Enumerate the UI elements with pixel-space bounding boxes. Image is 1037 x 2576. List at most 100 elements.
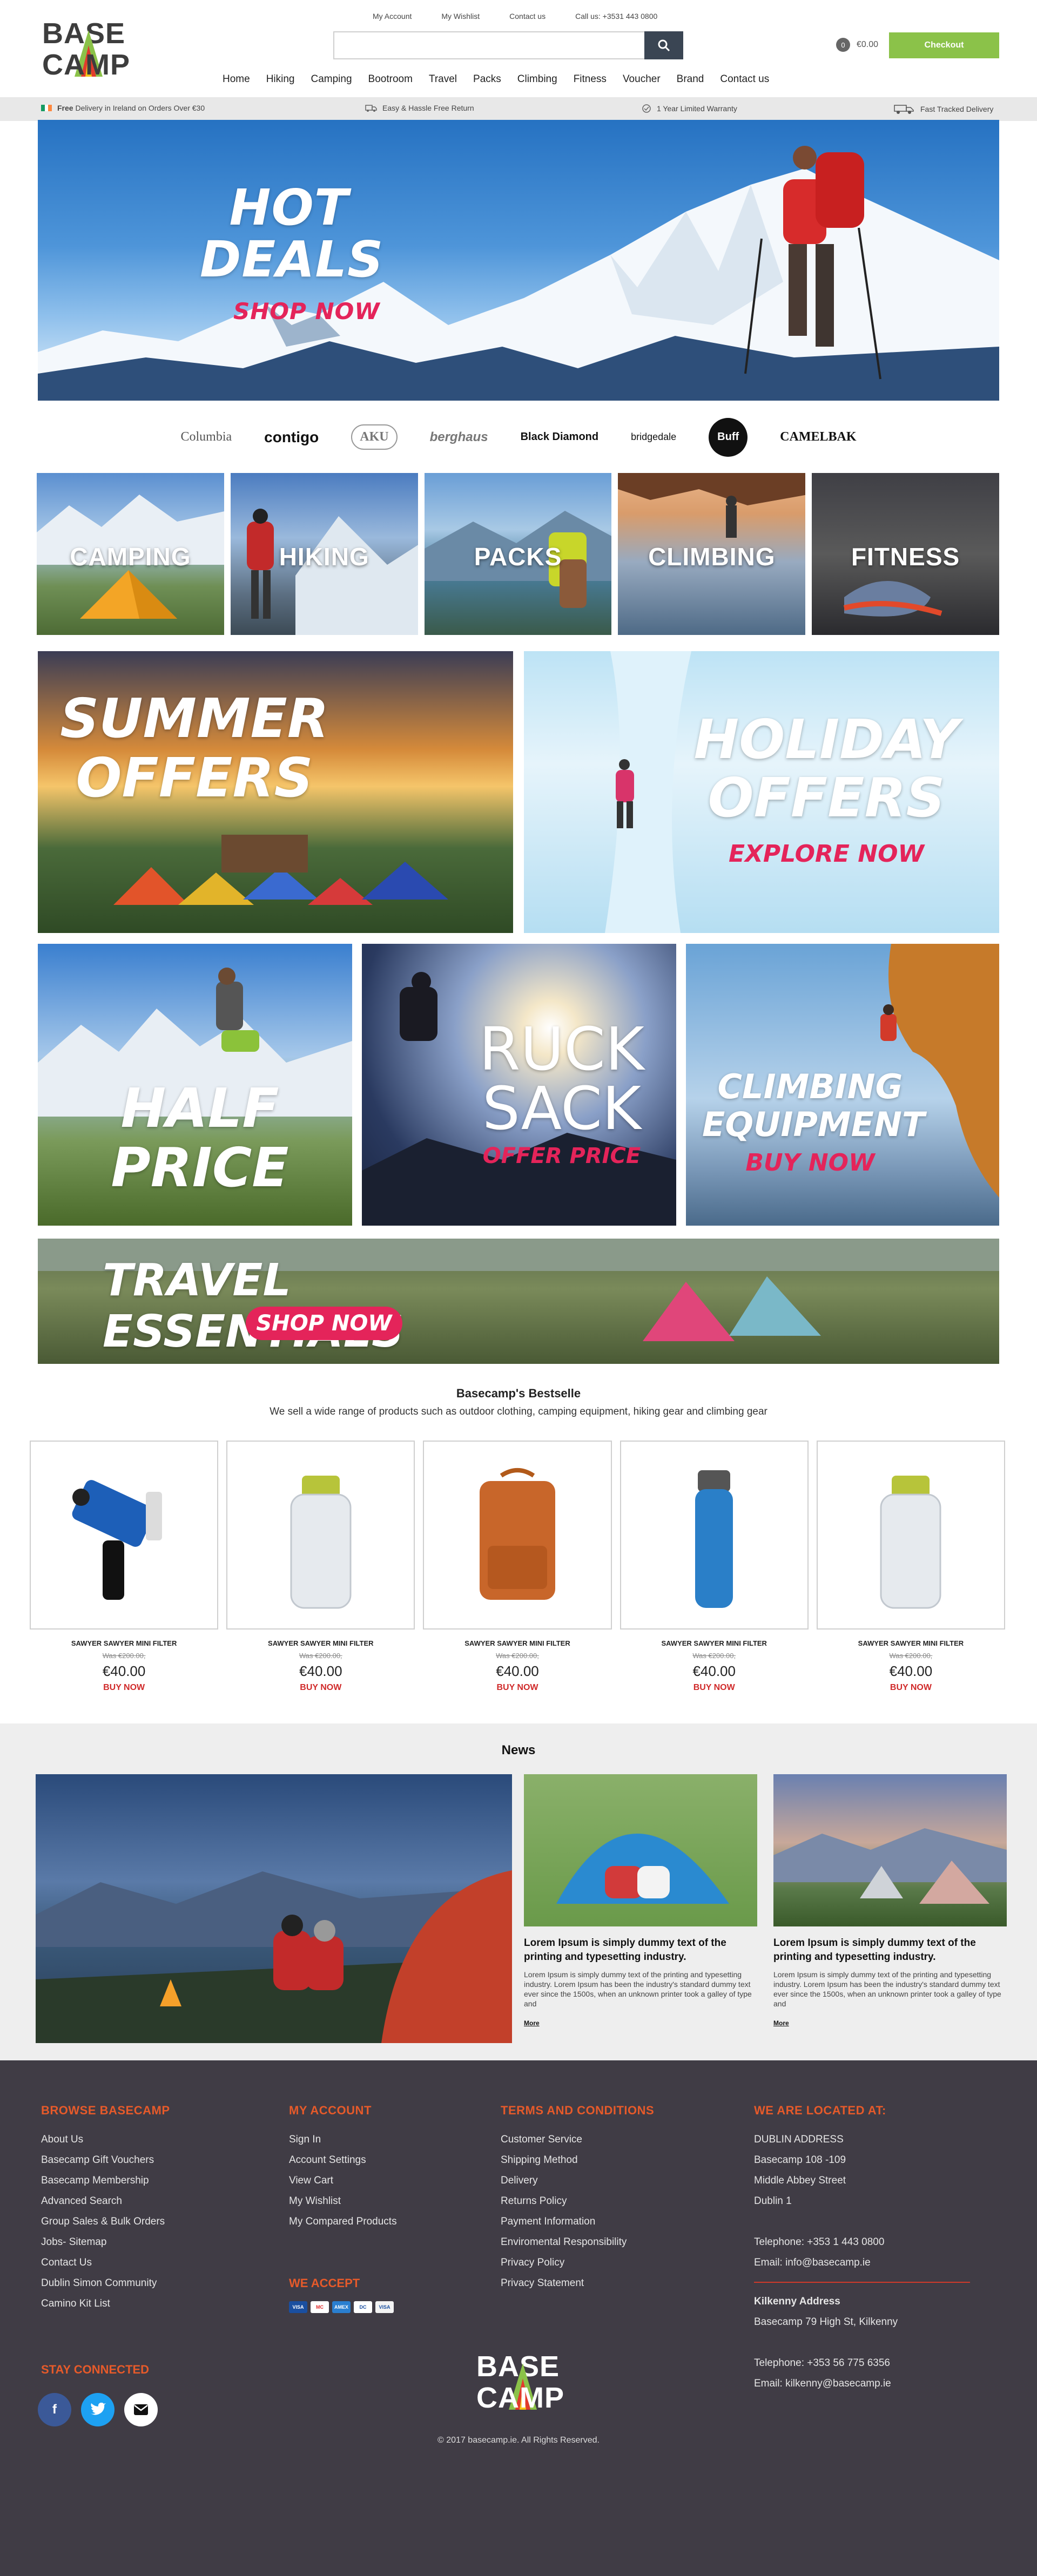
footer-link[interactable]: Basecamp Gift Vouchers — [41, 2150, 170, 2171]
nav-climbing[interactable]: Climbing — [517, 73, 557, 85]
search-input[interactable] — [333, 31, 644, 59]
footer-link[interactable]: Contact Us — [41, 2253, 170, 2273]
hero-banner[interactable]: HOT DEALS SHOP NOW — [38, 120, 999, 401]
news-card-image — [773, 1774, 1007, 1926]
brand-buff[interactable]: Buff — [709, 417, 748, 457]
stay-connected-heading: STAY CONNECTED — [41, 2363, 150, 2376]
half-price-title: HALF PRICE — [111, 1077, 289, 1199]
buy-now-link[interactable]: BUY NOW — [620, 1683, 809, 1693]
my-account-link[interactable]: My Account — [373, 12, 412, 21]
mini-cart[interactable]: 0 €0.00 — [836, 38, 878, 52]
nav-travel[interactable]: Travel — [429, 73, 457, 85]
footer-link[interactable]: Delivery — [501, 2171, 654, 2191]
nav-voucher[interactable]: Voucher — [623, 73, 661, 85]
travel-essentials-banner[interactable]: TRAVEL ESSENTIALS SHOP NOW — [38, 1239, 999, 1364]
footer-link[interactable]: Returns Policy — [501, 2191, 654, 2212]
footer-link[interactable]: Privacy Policy — [501, 2253, 654, 2273]
my-wishlist-link[interactable]: My Wishlist — [441, 12, 480, 21]
category-fitness[interactable]: FITNESS — [812, 473, 999, 635]
nav-hiking[interactable]: Hiking — [266, 73, 295, 85]
holiday-offers-banner[interactable]: HOLIDAY OFFERS EXPLORE NOW — [524, 651, 999, 933]
footer-link[interactable]: Enviromental Responsibility — [501, 2232, 654, 2253]
brand-contigo[interactable]: contigo — [264, 429, 319, 446]
news-featured-image[interactable] — [36, 1774, 512, 2043]
backpack-image — [423, 1441, 612, 1630]
footer-link[interactable]: Basecamp Membership — [41, 2171, 170, 2191]
half-price-banner[interactable]: HALF PRICE — [38, 944, 352, 1226]
product-card[interactable]: SAWYER SAWYER MINI FILTER Was €200.00, €… — [423, 1441, 612, 1693]
category-camping[interactable]: CAMPING — [37, 473, 224, 635]
footer-link[interactable]: My Wishlist — [289, 2191, 397, 2212]
nav-packs[interactable]: Packs — [473, 73, 501, 85]
nav-bootroom[interactable]: Bootroom — [368, 73, 413, 85]
checkout-button[interactable]: Checkout — [889, 32, 999, 58]
twitter-icon[interactable] — [81, 2393, 115, 2426]
category-climbing[interactable]: CLIMBING — [618, 473, 806, 635]
news-card[interactable]: Lorem Ipsum is simply dummy text of the … — [773, 1774, 1007, 2027]
footer-link[interactable]: Jobs- Sitemap — [41, 2232, 170, 2253]
brand-camelbak[interactable]: CAMELBAK — [780, 430, 856, 444]
brand-berghaus[interactable]: berghaus — [430, 430, 488, 445]
snow-mountain-image — [38, 146, 999, 401]
basecamp-logo[interactable]: BASE CAMP — [41, 16, 136, 80]
buy-now-link[interactable]: BUY NOW — [226, 1683, 415, 1693]
brand-aku[interactable]: AKU — [351, 424, 398, 450]
travel-shop-now[interactable]: SHOP NOW — [246, 1307, 402, 1340]
footer-link[interactable]: Shipping Method — [501, 2150, 654, 2171]
nav-contact-us[interactable]: Contact us — [720, 73, 769, 85]
buy-now-link[interactable]: BUY NOW — [30, 1683, 218, 1693]
product-card[interactable]: SAWYER SAWYER MINI FILTER Was €200.00, €… — [30, 1441, 219, 1693]
news-more-link[interactable]: More — [524, 2019, 757, 2027]
bestsellers-title: Basecamp's Bestselle — [456, 1387, 581, 1400]
buy-now-link[interactable]: BUY NOW — [423, 1683, 611, 1693]
brand-bridgedale[interactable]: bridgedale — [631, 431, 676, 443]
cart-count-badge: 0 — [836, 38, 850, 52]
nav-fitness[interactable]: Fitness — [574, 73, 607, 85]
footer-link[interactable]: Dublin Simon Community — [41, 2273, 170, 2294]
climbing-buy-now[interactable]: BUY NOW — [702, 1149, 918, 1177]
dublin-email[interactable]: Email: info@basecamp.ie — [754, 2253, 970, 2273]
rucksack-offer-banner[interactable]: RUCK SACK OFFER PRICE — [362, 944, 676, 1226]
nav-brand[interactable]: Brand — [677, 73, 704, 85]
summer-offers-banner[interactable]: SUMMER OFFERS — [38, 651, 513, 933]
footer-link[interactable]: Camino Kit List — [41, 2294, 170, 2314]
news-more-link[interactable]: More — [773, 2019, 1007, 2027]
product-card[interactable]: SAWYER SAWYER MINI FILTER Was €200.00, €… — [816, 1441, 1006, 1693]
holiday-explore-now[interactable]: EXPLORE NOW — [686, 840, 967, 868]
search-button[interactable] — [644, 31, 683, 59]
rucksack-offer-price[interactable]: OFFER PRICE — [464, 1144, 659, 1168]
footer-link[interactable]: Privacy Statement — [501, 2273, 654, 2294]
product-card[interactable]: SAWYER SAWYER MINI FILTER Was €200.00, €… — [226, 1441, 415, 1693]
nav-home[interactable]: Home — [223, 73, 250, 85]
product-card[interactable]: SAWYER SAWYER MINI FILTER Was €200.00, €… — [619, 1441, 809, 1693]
visa-electron-icon: VISA — [375, 2301, 394, 2313]
buy-now-link[interactable]: BUY NOW — [817, 1683, 1005, 1693]
we-accept-heading: WE ACCEPT — [289, 2276, 360, 2290]
footer-link[interactable]: Customer Service — [501, 2129, 654, 2150]
nav-camping[interactable]: Camping — [311, 73, 352, 85]
footer-basecamp-logo[interactable]: BASE CAMP — [475, 2349, 570, 2413]
category-packs[interactable]: PACKS — [424, 473, 612, 635]
footer-link[interactable]: Sign In — [289, 2129, 397, 2150]
email-icon[interactable] — [124, 2393, 158, 2426]
holiday-offers-title: HOLIDAY OFFERS — [693, 708, 959, 829]
footer-terms-column: TERMS AND CONDITIONS Customer Service Sh… — [501, 2104, 654, 2294]
facebook-icon[interactable]: f — [38, 2393, 71, 2426]
climbing-equipment-banner[interactable]: CLIMBING EQUIPMENT BUY NOW — [686, 944, 999, 1226]
footer-link[interactable]: Account Settings — [289, 2150, 397, 2171]
footer-link[interactable]: Advanced Search — [41, 2191, 170, 2212]
footer-link[interactable]: Payment Information — [501, 2212, 654, 2232]
category-hiking[interactable]: HIKING — [230, 473, 418, 635]
brand-logos: Columbia contigo AKU berghaus Black Diam… — [0, 401, 1037, 474]
news-card[interactable]: Lorem Ipsum is simply dummy text of the … — [524, 1774, 757, 2027]
contact-us-link[interactable]: Contact us — [509, 12, 546, 21]
brand-black-diamond[interactable]: Black Diamond — [521, 431, 598, 443]
kilkenny-email[interactable]: Email: kilkenny@basecamp.ie — [754, 2374, 970, 2394]
footer-link[interactable]: About Us — [41, 2129, 170, 2150]
footer-link[interactable]: My Compared Products — [289, 2212, 397, 2232]
rucksack-title: RUCK SACK — [479, 1015, 644, 1143]
hero-shop-now[interactable]: SHOP NOW — [233, 298, 380, 324]
footer-link[interactable]: View Cart — [289, 2171, 397, 2191]
footer-link[interactable]: Group Sales & Bulk Orders — [41, 2212, 170, 2232]
brand-columbia[interactable]: Columbia — [180, 430, 232, 444]
